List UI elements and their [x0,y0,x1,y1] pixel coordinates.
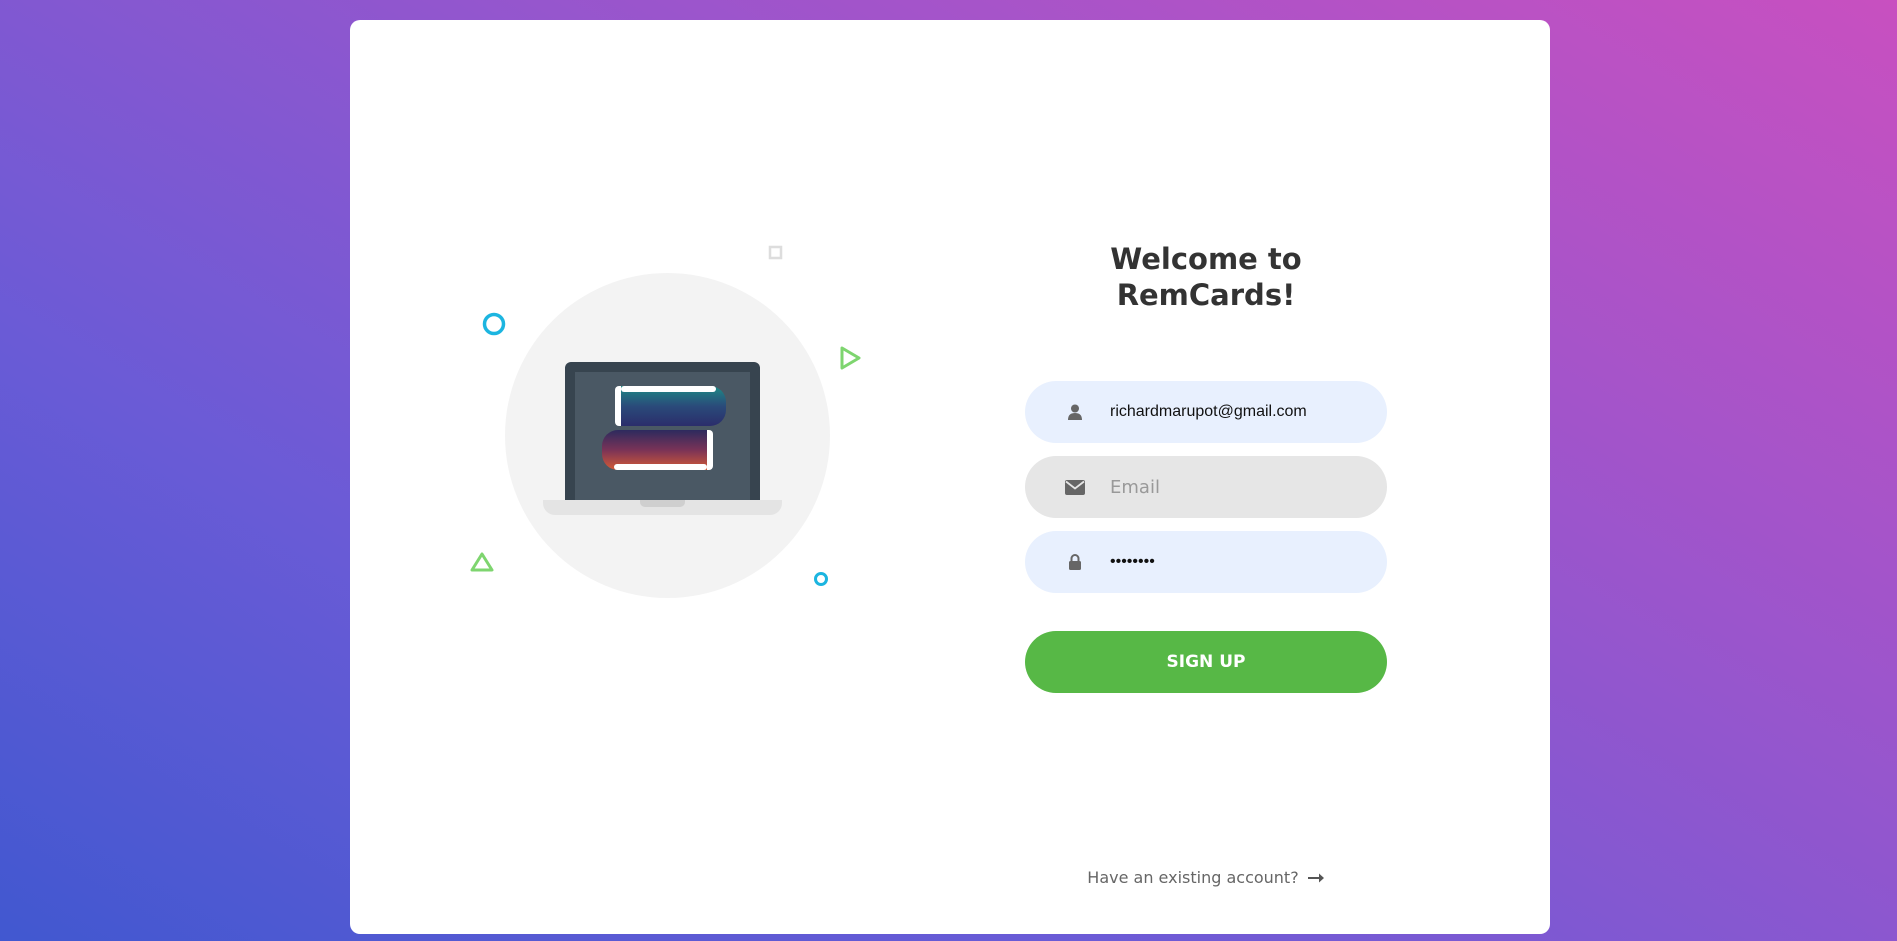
play-triangle-decoration-icon [840,346,861,370]
existing-account-link[interactable]: Have an existing account? [1025,868,1387,888]
user-icon [1060,402,1090,422]
existing-account-label: Have an existing account? [1087,868,1299,887]
signup-form: Welcome to RemCards! richardmarupot@gmai… [1025,20,1387,934]
circle-decoration-icon [482,312,506,336]
envelope-icon [1060,477,1090,497]
small-circle-decoration-icon [814,572,828,586]
lock-icon [1060,552,1090,572]
email-field[interactable]: Email [1025,456,1387,518]
sign-up-button[interactable]: SIGN UP [1025,631,1387,693]
page-title: Welcome to RemCards! [1110,242,1302,312]
username-value: richardmarupot@gmail.com [1110,403,1307,420]
email-placeholder: Email [1110,476,1160,498]
book-top [615,386,726,426]
password-value: •••••••• [1110,553,1155,570]
signup-card: Welcome to RemCards! richardmarupot@gmai… [350,20,1550,934]
password-field[interactable]: •••••••• [1025,531,1387,593]
arrow-right-icon [1307,869,1325,888]
triangle-decoration-icon [470,552,494,572]
username-field[interactable]: richardmarupot@gmail.com [1025,381,1387,443]
book-bottom [602,430,713,470]
square-decoration-icon [768,245,783,260]
laptop-notch [640,500,685,507]
signup-illustration [350,20,950,934]
